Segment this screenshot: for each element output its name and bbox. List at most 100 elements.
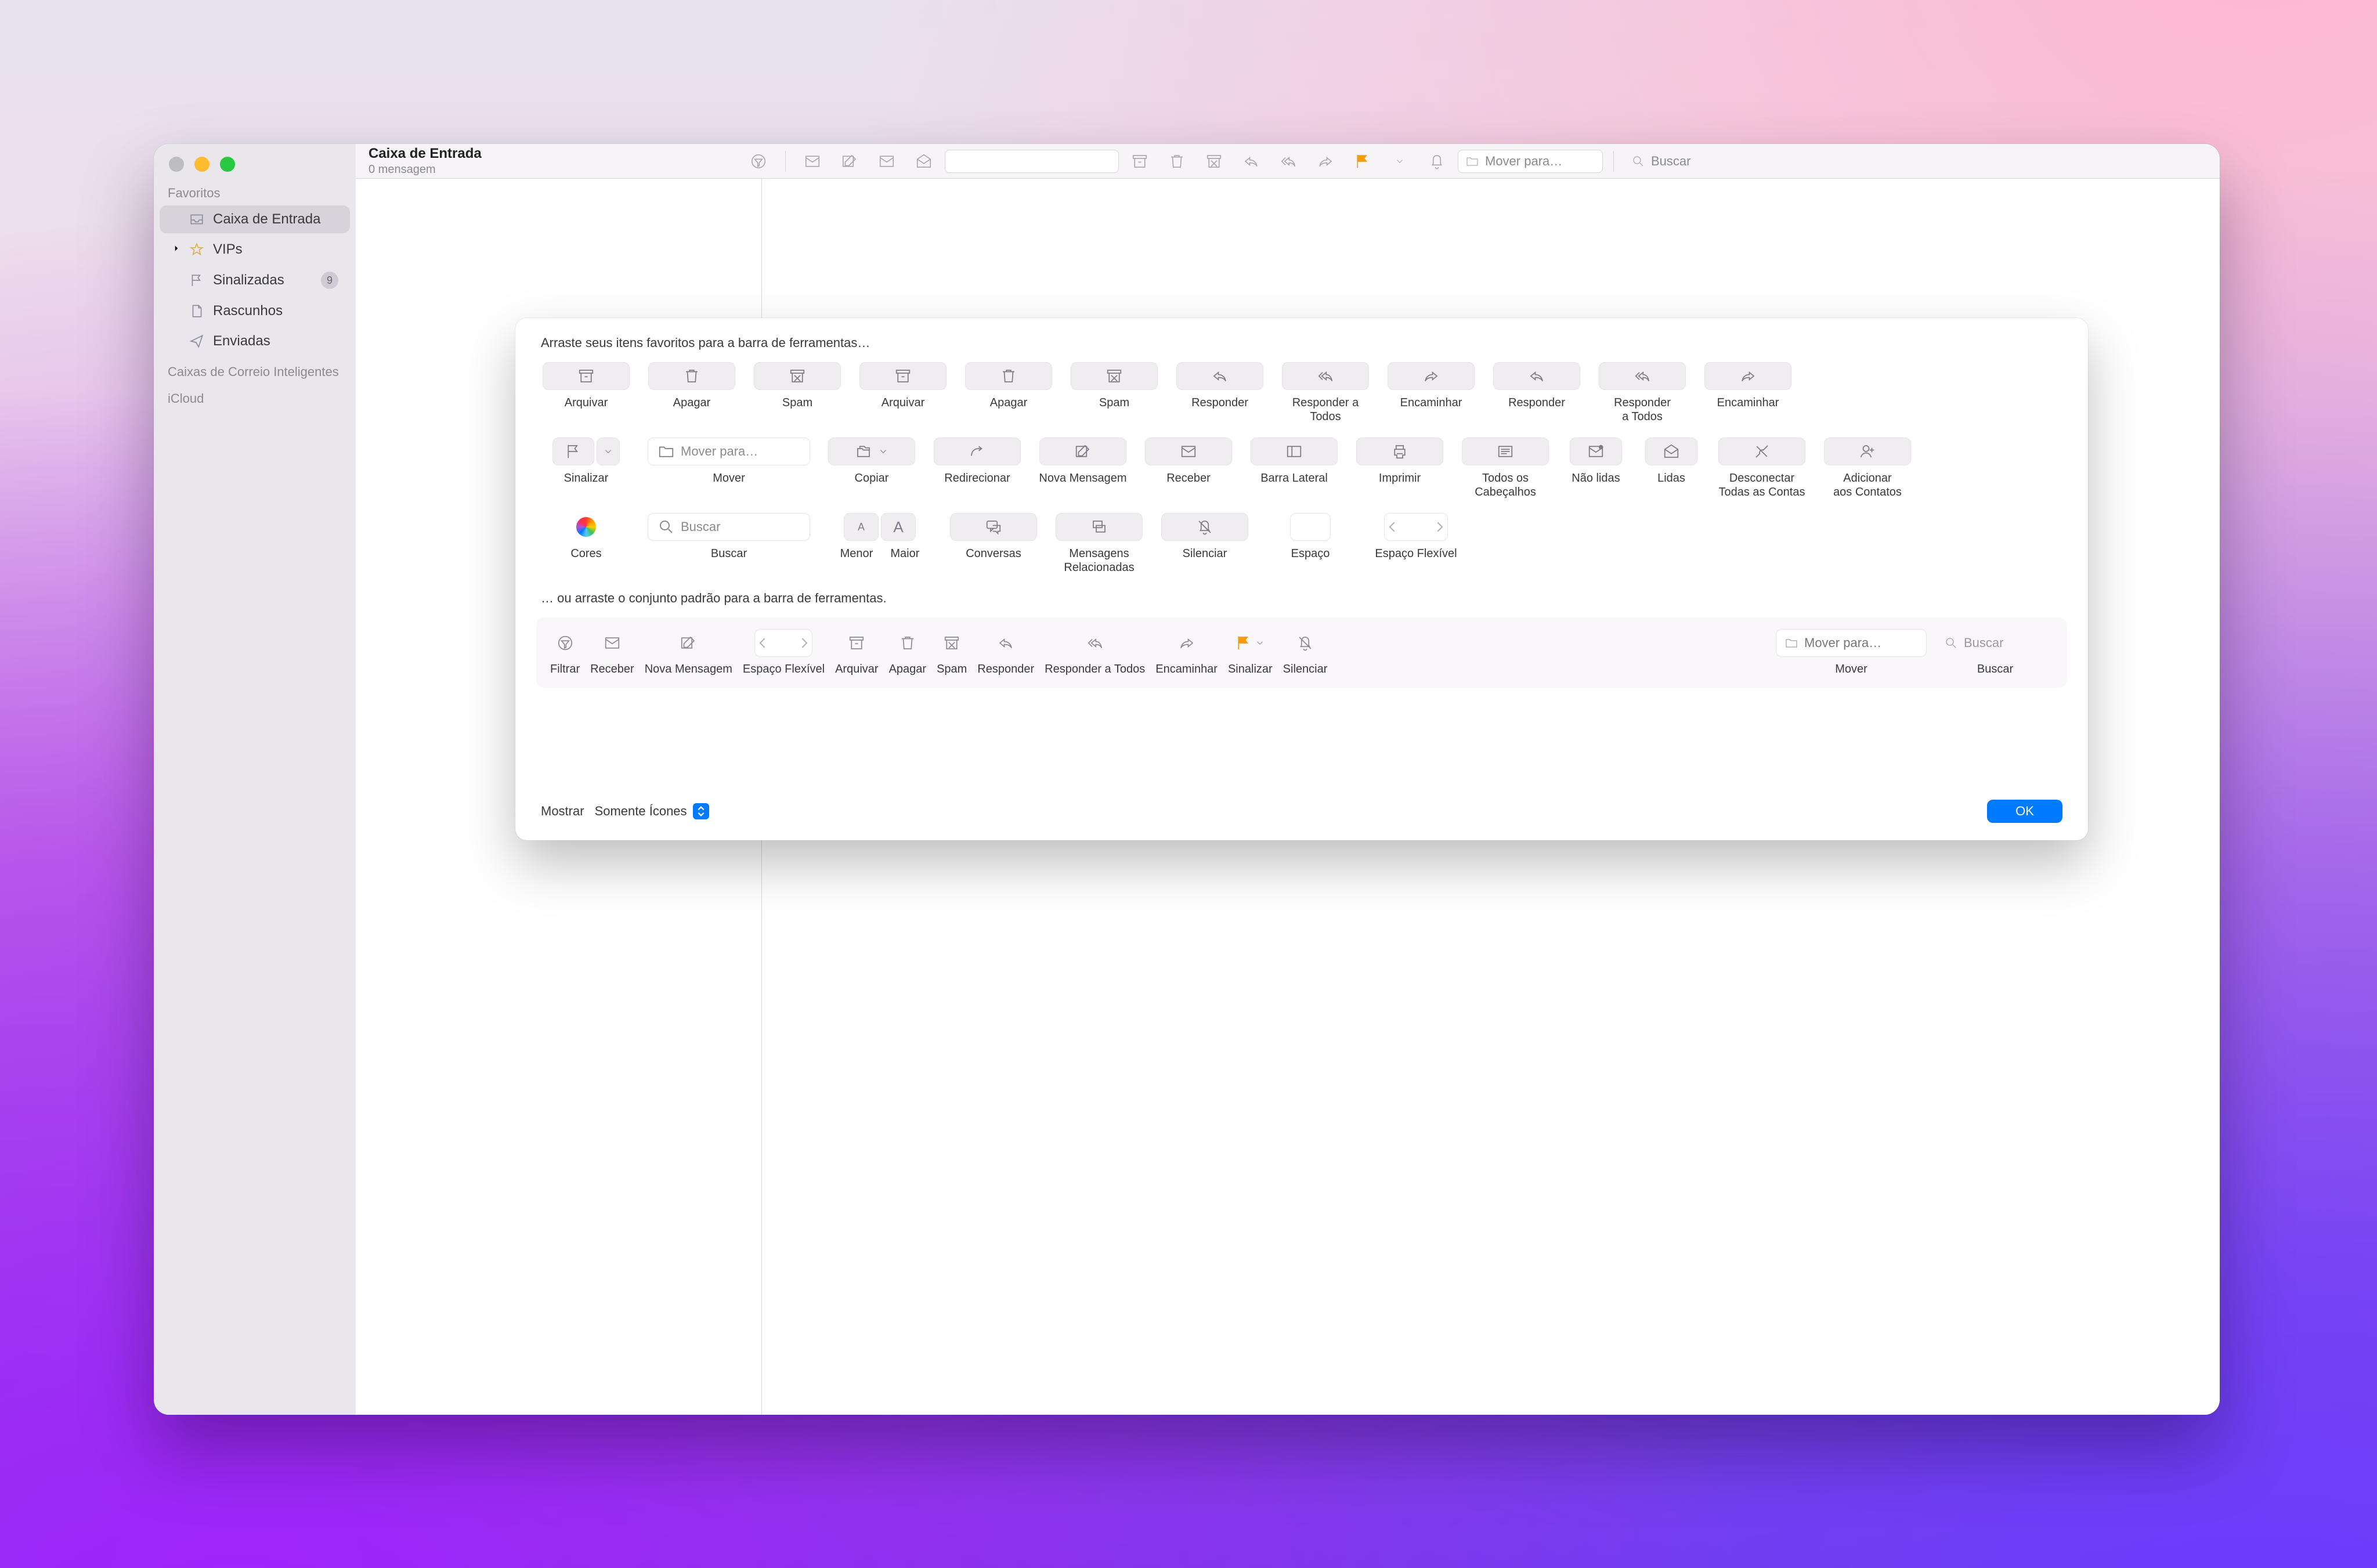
mute-button[interactable]	[1421, 150, 1453, 173]
archive-button[interactable]	[870, 150, 903, 173]
chevron-down-icon	[878, 446, 888, 457]
palette-responder[interactable]: Responder	[1170, 362, 1270, 424]
read-icon	[1663, 443, 1680, 460]
palette-imprimir[interactable]: Imprimir	[1350, 438, 1450, 499]
get-mail-button[interactable]	[796, 150, 829, 173]
palette-adicionar-contatos[interactable]: Adicionar aos Contatos	[1818, 438, 1917, 499]
forward-button[interactable]	[1309, 150, 1342, 173]
doc-icon	[189, 303, 205, 319]
palette-cores[interactable]: Cores	[536, 513, 636, 575]
show-select[interactable]: Somente Ícones	[595, 803, 709, 819]
palette-spam-2[interactable]: Spam	[1064, 362, 1164, 424]
ok-button[interactable]: OK	[1987, 800, 2062, 823]
palette-silenciar[interactable]: Silenciar	[1155, 513, 1255, 575]
default-arquivar: Arquivar	[835, 629, 878, 676]
window-title: Caixa de Entrada	[369, 146, 738, 162]
read-button[interactable]	[908, 150, 940, 173]
flag-button[interactable]	[1346, 150, 1379, 173]
default-spam: Spam	[937, 629, 967, 676]
sheet-instruction-top: Arraste seus itens favoritos para a barr…	[515, 318, 2088, 359]
default-encaminhar: Encaminhar	[1155, 629, 1218, 676]
sidebar-item-inbox[interactable]: Caixa de Entrada	[160, 205, 350, 233]
font-smaller-icon: A	[844, 513, 879, 541]
toolbar-search[interactable]: Buscar	[1624, 150, 1856, 173]
move-placeholder: Mover para…	[1485, 154, 1562, 169]
junk-button[interactable]	[1198, 150, 1230, 173]
delete-button[interactable]	[1161, 150, 1193, 173]
unread-icon	[1587, 443, 1605, 460]
paperplane-icon	[189, 333, 205, 349]
search-icon	[658, 518, 675, 536]
sidebar-header-favorites: Favoritos	[154, 178, 356, 204]
sidebar-item-vips[interactable]: VIPs	[160, 236, 350, 263]
default-apagar: Apagar	[889, 629, 927, 676]
compose-button[interactable]	[833, 150, 866, 173]
chevron-right-icon[interactable]	[171, 243, 180, 256]
default-sinalizar: Sinalizar	[1228, 629, 1273, 676]
default-mover: Mover para…Mover	[1776, 629, 1927, 676]
default-toolbar-set[interactable]: Filtrar Receber Nova Mensagem Espaço Fle…	[536, 617, 2067, 688]
reply-all-icon	[1634, 367, 1651, 385]
palette-nova-mensagem[interactable]: Nova Mensagem	[1033, 438, 1133, 499]
sidebar-item-drafts[interactable]: Rascunhos	[160, 297, 350, 325]
palette-buscar[interactable]: BuscarBuscar	[642, 513, 816, 575]
bell-slash-icon	[1196, 518, 1213, 536]
palette-responder-todos-2[interactable]: Responder a Todos	[1592, 362, 1692, 424]
trash-icon	[1000, 367, 1017, 385]
palette-spam[interactable]: Spam	[747, 362, 847, 424]
search-field: Buscar	[1937, 629, 2053, 657]
reply-icon	[1528, 367, 1545, 385]
archive-button-2[interactable]	[1124, 150, 1156, 173]
palette-responder-todos[interactable]: Responder a Todos	[1276, 362, 1375, 424]
sidebar-item-flagged[interactable]: Sinalizadas 9	[160, 266, 350, 295]
palette-nao-lidas[interactable]: Não lidas	[1561, 438, 1631, 499]
reply-icon	[1211, 367, 1229, 385]
separator	[1613, 151, 1614, 172]
palette-relacionadas[interactable]: Mensagens Relacionadas	[1049, 513, 1149, 575]
toolbar-address-field[interactable]	[945, 150, 1119, 173]
minimize-dot[interactable]	[194, 157, 209, 172]
move-to-field[interactable]: Mover para…	[1458, 150, 1603, 173]
palette-receber[interactable]: Receber	[1139, 438, 1238, 499]
palette-mover[interactable]: Mover para…Mover	[642, 438, 816, 499]
flag-menu-button[interactable]	[1383, 150, 1416, 173]
palette-barra-lateral[interactable]: Barra Lateral	[1244, 438, 1344, 499]
folder-icon	[1784, 636, 1798, 650]
palette-redirecionar[interactable]: Redirecionar	[927, 438, 1027, 499]
forward-icon	[1739, 367, 1757, 385]
chevron-down-icon	[1255, 638, 1265, 648]
palette-responder-2[interactable]: Responder	[1487, 362, 1587, 424]
palette-fonte[interactable]: A A MenorMaior	[822, 513, 938, 575]
palette-espaco-flex[interactable]: Espaço Flexível	[1366, 513, 1466, 575]
disconnect-icon	[1753, 443, 1771, 460]
tray-icon	[189, 211, 205, 227]
palette-espaco[interactable]: Espaço	[1260, 513, 1360, 575]
print-icon	[1391, 443, 1408, 460]
palette-encaminhar-2[interactable]: Encaminhar	[1698, 362, 1798, 424]
folder-icon	[658, 443, 675, 460]
palette-cabecalhos[interactable]: Todos os Cabeçalhos	[1455, 438, 1555, 499]
flag-icon	[1235, 634, 1252, 652]
reply-all-button[interactable]	[1272, 150, 1305, 173]
palette-desconectar[interactable]: Desconectar Todas as Contas	[1712, 438, 1812, 499]
reply-button[interactable]	[1235, 150, 1267, 173]
reply-all-icon	[1086, 634, 1104, 652]
palette-conversas[interactable]: Conversas	[944, 513, 1043, 575]
palette-encaminhar[interactable]: Encaminhar	[1381, 362, 1481, 424]
close-dot[interactable]	[169, 157, 184, 172]
palette-sinalizar[interactable]: Sinalizar	[536, 438, 636, 499]
palette-arquivar[interactable]: Arquivar	[536, 362, 636, 424]
copy-icon	[855, 443, 872, 460]
default-buscar: BuscarBuscar	[1937, 629, 2053, 676]
palette-apagar-2[interactable]: Apagar	[959, 362, 1059, 424]
zoom-dot[interactable]	[220, 157, 235, 172]
palette-copiar[interactable]: Copiar	[822, 438, 922, 499]
sidebar-item-sent[interactable]: Enviadas	[160, 327, 350, 355]
junk-icon	[943, 634, 960, 652]
palette-lidas[interactable]: Lidas	[1637, 438, 1706, 499]
filter-button[interactable]	[742, 150, 775, 173]
palette-arquivar-2[interactable]: Arquivar	[853, 362, 953, 424]
default-silenciar: Silenciar	[1283, 629, 1328, 676]
sheet-footer: Mostrar Somente Ícones OK	[515, 785, 2088, 840]
palette-apagar[interactable]: Apagar	[642, 362, 742, 424]
